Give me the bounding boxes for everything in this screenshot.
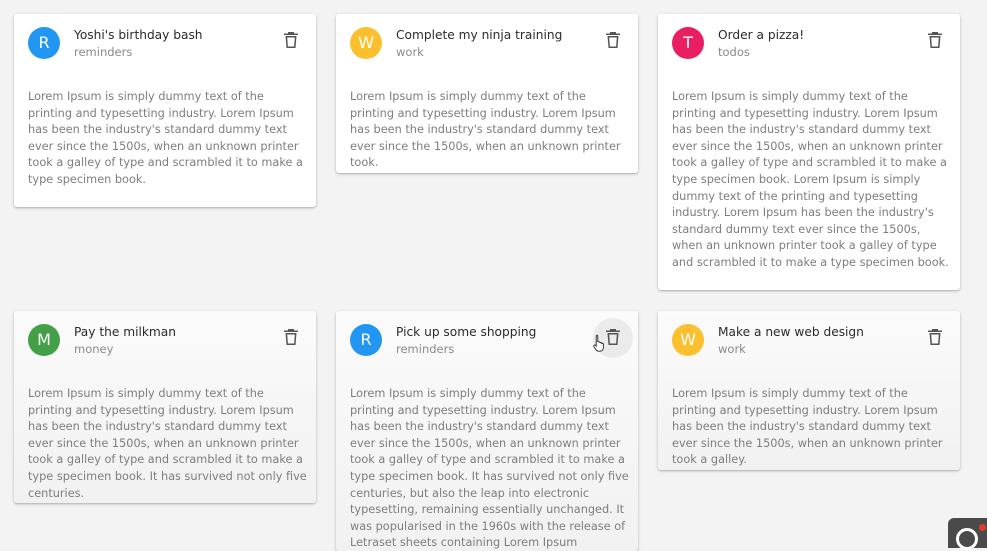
note-category: todos (718, 45, 750, 59)
avatar: W (350, 27, 382, 59)
note-card: R Yoshi's birthday bash reminders Lorem … (14, 14, 316, 207)
note-category: reminders (74, 45, 133, 59)
delete-button[interactable] (605, 31, 621, 49)
note-title: Complete my ninja training (396, 28, 563, 42)
avatar: M (28, 324, 60, 356)
note-category: reminders (396, 342, 455, 356)
trash-icon (606, 329, 620, 345)
delete-button[interactable] (283, 31, 299, 49)
trash-icon (284, 32, 298, 48)
note-body: Lorem Ipsum is simply dummy text of the … (28, 387, 307, 500)
note-title: Pick up some shopping (396, 325, 537, 339)
hand-pointer-icon (593, 334, 604, 352)
note-body: Lorem Ipsum is simply dummy text of the … (672, 90, 949, 269)
note-body: Lorem Ipsum is simply dummy text of the … (672, 387, 943, 467)
trash-icon (284, 329, 298, 345)
avatar: W (672, 324, 704, 356)
note-category: work (396, 45, 424, 59)
note-body: Lorem Ipsum is simply dummy text of the … (350, 90, 621, 170)
delete-button[interactable] (283, 328, 299, 346)
note-category: money (74, 342, 114, 356)
avatar: T (672, 27, 704, 59)
trash-icon (928, 32, 942, 48)
note-card: M Pay the milkman money Lorem Ipsum is s… (14, 311, 316, 503)
note-title: Order a pizza! (718, 28, 805, 42)
notification-dot (979, 524, 986, 531)
note-card: W Complete my ninja training work Lorem … (336, 14, 638, 173)
note-category: work (718, 342, 746, 356)
note-title: Make a new web design (718, 325, 864, 339)
avatar: R (350, 324, 382, 356)
delete-button[interactable] (593, 318, 633, 358)
note-card: W Make a new web design work Lorem Ipsum… (658, 311, 960, 470)
note-body: Lorem Ipsum is simply dummy text of the … (350, 387, 629, 550)
note-card: T Order a pizza! todos Lorem Ipsum is si… (658, 14, 960, 290)
delete-button[interactable] (927, 328, 943, 346)
trash-icon (606, 32, 620, 48)
note-title: Yoshi's birthday bash (74, 28, 203, 42)
delete-button[interactable] (927, 31, 943, 49)
floating-widget[interactable] (948, 518, 987, 550)
note-title: Pay the milkman (74, 325, 176, 339)
note-body: Lorem Ipsum is simply dummy text of the … (28, 90, 303, 186)
trash-icon (928, 329, 942, 345)
avatar: R (28, 27, 60, 59)
